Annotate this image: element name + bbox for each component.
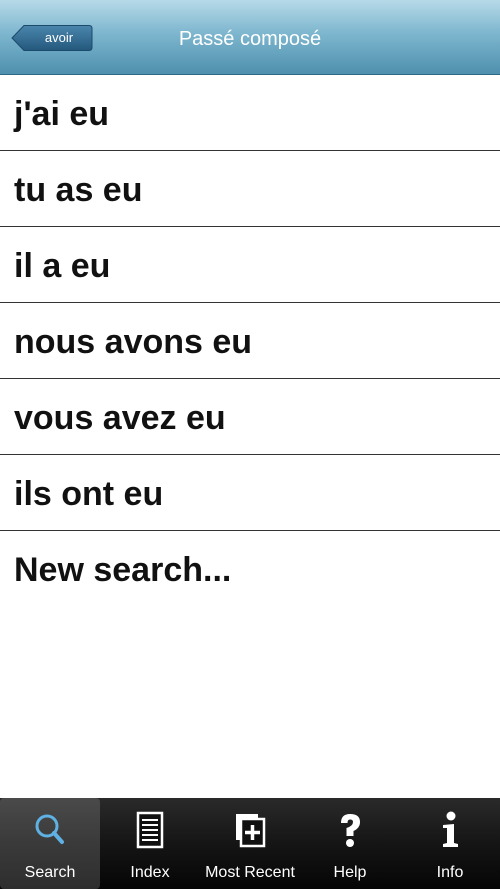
conjugation-text: vous avez eu <box>14 399 226 437</box>
tab-label: Info <box>436 864 464 881</box>
info-icon <box>443 811 458 847</box>
back-button-label: avoir <box>44 30 74 45</box>
conjugation-row-il[interactable]: il a eu <box>0 227 500 303</box>
tab-info[interactable]: Info <box>400 798 500 889</box>
conjugation-row-vous[interactable]: vous avez eu <box>0 379 500 455</box>
back-button[interactable]: avoir <box>11 24 93 52</box>
conjugation-row-nous[interactable]: nous avons eu <box>0 303 500 379</box>
conjugation-row-ils[interactable]: ils ont eu <box>0 455 500 531</box>
most-recent-icon <box>236 814 266 848</box>
conjugation-row-je[interactable]: j'ai eu <box>0 75 500 151</box>
new-search-row[interactable]: New search... <box>0 531 500 607</box>
tab-index[interactable]: Index <box>100 798 200 889</box>
conjugation-text: il a eu <box>14 247 111 285</box>
conjugation-text: ils ont eu <box>14 475 164 513</box>
new-search-label: New search... <box>14 551 232 589</box>
conjugation-row-tu[interactable]: tu as eu <box>0 151 500 227</box>
conjugation-list: j'ai eu tu as eu il a eu nous avons eu v… <box>0 75 500 607</box>
conjugation-text: tu as eu <box>14 171 143 209</box>
index-icon <box>136 811 164 849</box>
page-title: Passé composé <box>178 28 322 50</box>
tab-bar: Search Index Most Recent Help Info <box>0 798 500 889</box>
tab-help[interactable]: Help <box>300 798 400 889</box>
conjugation-text: j'ai eu <box>14 95 110 133</box>
conjugation-text: nous avons eu <box>14 323 253 361</box>
help-icon <box>341 814 360 847</box>
tab-most-recent[interactable]: Most Recent <box>200 798 300 889</box>
search-icon <box>35 814 64 844</box>
tab-search[interactable]: Search <box>0 798 100 889</box>
nav-bar: avoir Passé composé <box>0 0 500 75</box>
